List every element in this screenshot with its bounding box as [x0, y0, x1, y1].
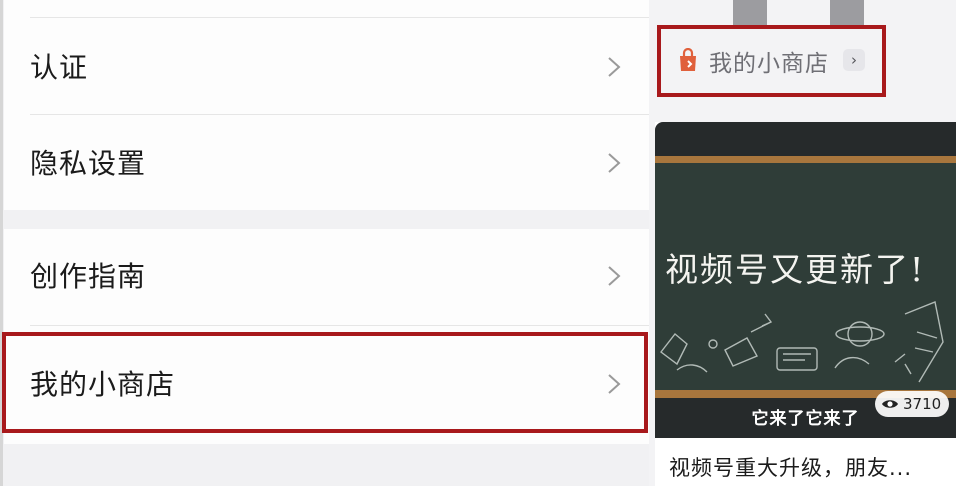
eye-icon	[882, 400, 898, 408]
settings-group-2: 创作指南 我的小商店	[4, 229, 649, 444]
profile-column: 我的小商店 › 视频号又更新了! 它来了它来了 3710 视频号重大升级，朋友.…	[649, 0, 956, 486]
blurred-image	[733, 0, 767, 28]
my-shop-link-label: 我的小商店	[709, 51, 829, 77]
blurred-image	[830, 0, 864, 28]
settings-item-label: 我的小商店	[30, 368, 176, 401]
settings-item-privacy[interactable]: 隐私设置	[4, 116, 649, 211]
settings-item-creator-guide[interactable]: 创作指南	[4, 229, 649, 324]
chalkboard-title: 视频号又更新了!	[665, 250, 926, 289]
video-thumbnail: 视频号又更新了! 它来了它来了 3710	[655, 122, 956, 438]
settings-group-1: 认证 隐私设置	[4, 0, 649, 210]
chalk-doodles	[660, 301, 944, 383]
divider	[30, 114, 649, 115]
chevron-right-icon	[608, 153, 621, 173]
divider	[30, 325, 649, 326]
video-card[interactable]: 视频号又更新了! 它来了它来了 3710 视频号重大升级，朋友...	[655, 122, 956, 486]
settings-item-verification[interactable]: 认证	[4, 20, 649, 115]
video-title: 视频号重大升级，朋友...	[669, 456, 913, 480]
divider	[30, 17, 649, 18]
chevron-right-icon: ›	[843, 49, 865, 71]
view-count-badge: 3710	[875, 391, 950, 417]
settings-item-label: 隐私设置	[30, 147, 147, 180]
settings-item-my-shop[interactable]: 我的小商店	[4, 337, 649, 432]
chevron-right-icon	[608, 57, 621, 77]
settings-panel: 认证 隐私设置 创作指南 我的小商店	[0, 0, 649, 486]
my-shop-link[interactable]: 我的小商店 ›	[661, 28, 883, 92]
shopping-bag-icon	[680, 48, 696, 71]
settings-item-label: 认证	[30, 51, 89, 84]
chevron-right-icon	[608, 266, 621, 286]
view-count: 3710	[903, 395, 942, 413]
panel-edge	[0, 0, 3, 486]
chevron-right-icon	[608, 374, 621, 394]
chalkboard-frame	[655, 156, 956, 163]
settings-item-label: 创作指南	[30, 260, 147, 293]
